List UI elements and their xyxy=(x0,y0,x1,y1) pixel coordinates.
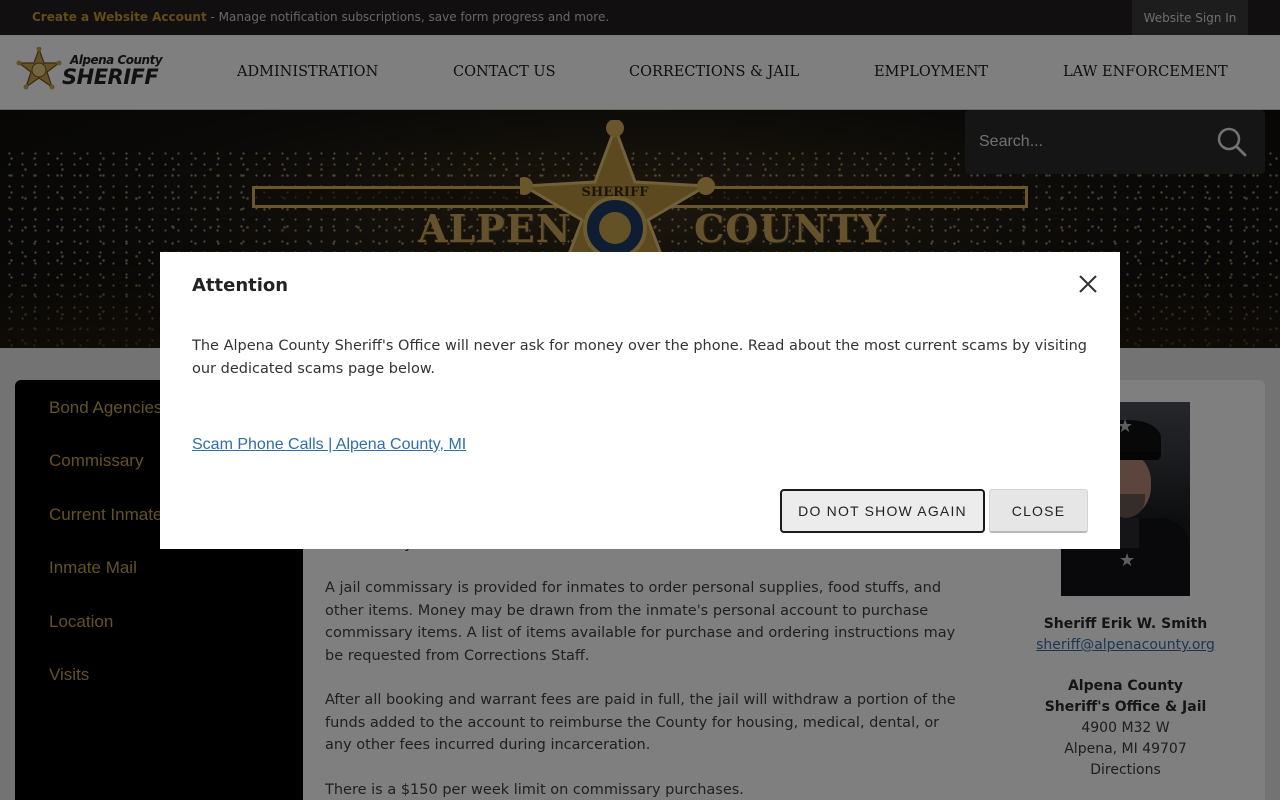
modal-title: Attention xyxy=(192,275,289,296)
close-icon[interactable] xyxy=(1077,273,1099,295)
modal-message: The Alpena County Sheriff's Office will … xyxy=(192,338,1087,377)
do-not-show-again-button[interactable]: DO NOT SHOW AGAIN xyxy=(780,489,985,533)
scam-calls-link[interactable]: Scam Phone Calls | Alpena County, MI xyxy=(192,436,466,454)
close-button[interactable]: CLOSE xyxy=(989,489,1088,533)
attention-modal: Attention The Alpena County Sheriff's Of… xyxy=(160,252,1120,549)
